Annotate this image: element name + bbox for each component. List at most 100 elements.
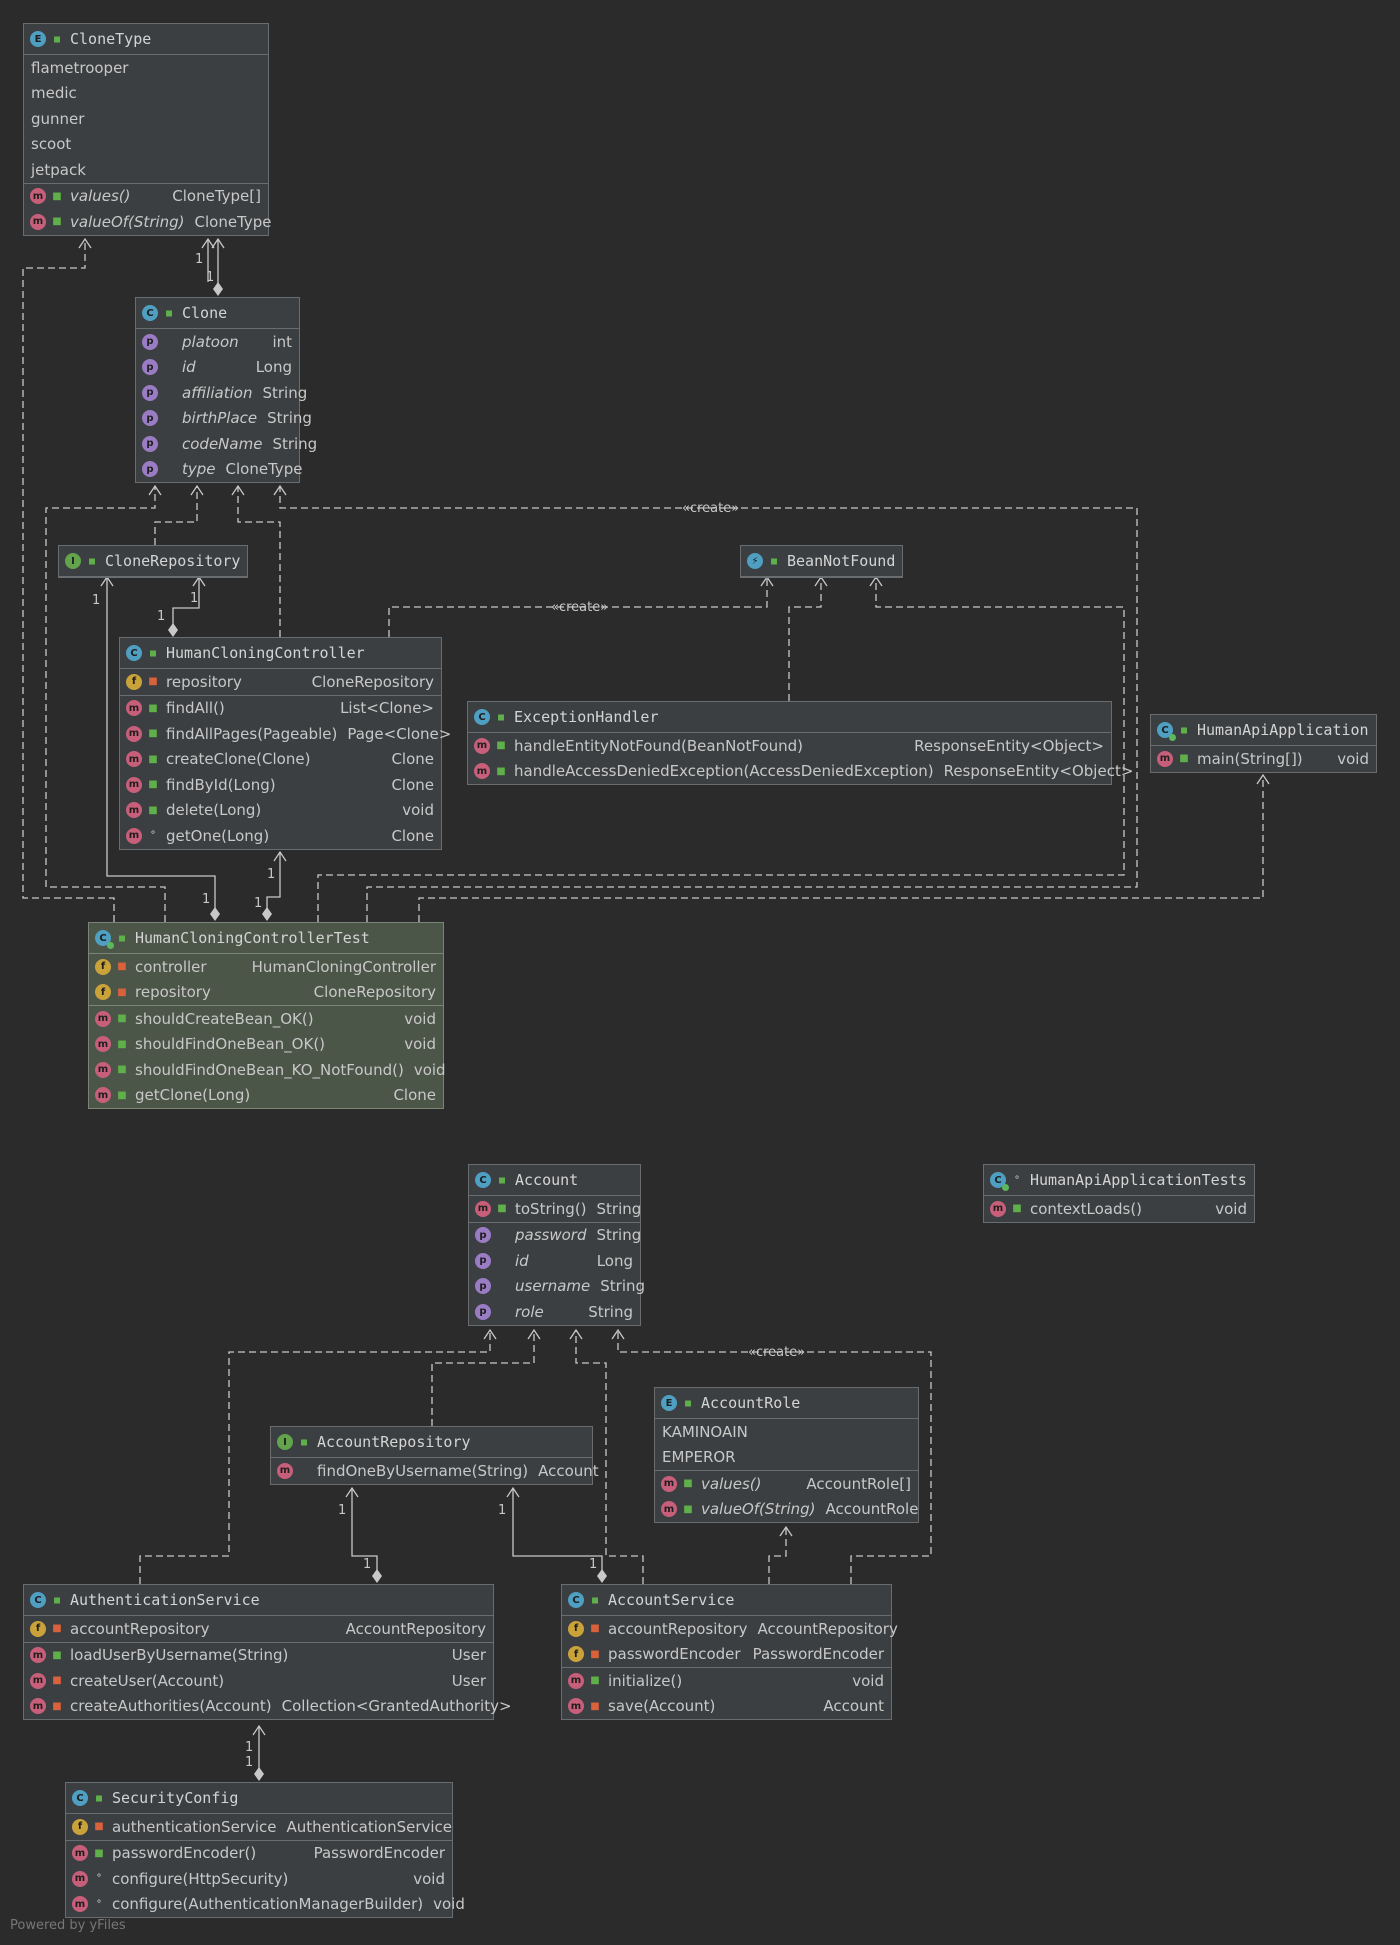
member-row[interactable]: m ■ valueOf(String) CloneType (24, 209, 272, 235)
member-row[interactable]: m ° configure(HttpSecurity) void (66, 1866, 452, 1892)
public-visibility-icon: ■ (117, 1038, 127, 1050)
member-row[interactable]: f ■ accountRepository AccountRepository (562, 1616, 898, 1642)
member-row[interactable]: p platoon int (136, 329, 299, 355)
package-visibility-icon: ° (1013, 1174, 1021, 1186)
class-node-humanapiapplicationtests[interactable]: C ° HumanApiApplicationTests m ■ contextLoads… (983, 1164, 1255, 1223)
enum-constant[interactable]: EMPEROR (655, 1445, 918, 1471)
package-visibility-icon: ° (96, 1873, 102, 1885)
member-name: loadUserByUsername(String) (70, 1646, 289, 1665)
member-type: AccountRepository (757, 1619, 898, 1638)
member-row[interactable]: m ■ getClone(Long) Clone (89, 1083, 443, 1109)
member-row[interactable]: m ■ values() AccountRole[] (655, 1471, 918, 1497)
member-row[interactable]: m ° getOne(Long) Clone (120, 823, 441, 849)
member-row[interactable]: p id Long (136, 355, 299, 381)
member-row[interactable]: m ■ handleAccessDeniedException(AccessDeni… (468, 759, 1133, 785)
member-row[interactable]: m ■ toString() String (469, 1196, 642, 1222)
member-row[interactable]: f ■ passwordEncoder PasswordEncoder (562, 1642, 891, 1668)
member-type: void (852, 1671, 884, 1690)
member-row[interactable]: m findOneByUsername(String) Account (271, 1458, 599, 1484)
enum-constant[interactable]: jetpack (24, 157, 268, 183)
public-visibility-icon: ■ (496, 740, 506, 752)
member-name: birthPlace (182, 409, 258, 428)
class-node-humancloningcontrollertest[interactable]: C ■ HumanCloningControllerTest f ■ controller… (88, 922, 446, 1109)
enum-constant[interactable]: KAMINOAIN (655, 1419, 918, 1445)
method-icon: m (1157, 750, 1173, 767)
class-node-beannotfound[interactable]: ⚡ ■ BeanNotFound (740, 545, 903, 578)
member-row[interactable]: p type CloneType (136, 457, 303, 483)
member-row[interactable]: p birthPlace String (136, 406, 312, 432)
field-section: f ■ accountRepository AccountRepository (24, 1616, 493, 1643)
enum-constant[interactable]: medic (24, 81, 268, 107)
public-visibility-icon: ■ (118, 932, 126, 944)
member-row[interactable]: m ■ createAuthorities(Account) Collection<G… (24, 1694, 512, 1720)
member-type: void (413, 1060, 446, 1079)
class-node-securityconfig[interactable]: C ■ SecurityConfig f ■ authenticationService A… (65, 1782, 465, 1918)
class-node-authenticationservice[interactable]: C ■ AuthenticationService f ■ accountReposito… (23, 1584, 512, 1720)
member-row[interactable]: p username String (469, 1274, 645, 1300)
class-name: CloneType (70, 30, 152, 48)
member-name: findOneByUsername(String) (317, 1461, 529, 1480)
member-section: m ■ findAll() List<Clone> m ■ findAllPages(Pag… (120, 696, 451, 849)
private-visibility-icon: ■ (52, 1700, 62, 1712)
member-name: findAllPages(Pageable) (166, 724, 338, 743)
member-row[interactable]: f ■ controller HumanCloningController (89, 954, 443, 980)
member-row[interactable]: f ■ repository CloneRepository (89, 980, 443, 1006)
member-row[interactable]: m ■ contextLoads() void (984, 1196, 1254, 1222)
member-row[interactable]: m ■ delete(Long) void (120, 798, 441, 824)
member-row[interactable]: m ■ main(String[]) void (1151, 746, 1376, 772)
enum-constant[interactable]: flametrooper (24, 55, 268, 81)
member-row[interactable]: m ■ values() CloneType[] (24, 184, 268, 210)
public-visibility-icon: ■ (88, 555, 96, 567)
public-visibility-icon: ■ (590, 1675, 600, 1687)
class-node-accountrole[interactable]: E ■ AccountRole KAMINOAIN EMPEROR m ■ values() A… (654, 1387, 919, 1523)
member-row[interactable]: m ■ findAllPages(Pageable) Page<Clone> (120, 721, 451, 747)
member-row[interactable]: m ■ findById(Long) Clone (120, 772, 441, 798)
member-row[interactable]: p role String (469, 1299, 640, 1325)
class-node-accountservice[interactable]: C ■ AccountService f ■ accountRepository Accou… (561, 1584, 898, 1720)
member-row[interactable]: m ■ createUser(Account) User (24, 1668, 493, 1694)
class-node-clonetype[interactable]: E ■ CloneType flametrooper medic gunner scoot j… (23, 23, 272, 236)
method-icon: m (30, 188, 46, 205)
private-visibility-icon: ■ (52, 1623, 62, 1635)
member-row[interactable]: m ■ loadUserByUsername(String) User (24, 1643, 493, 1669)
class-node-accountrepository[interactable]: I ■ AccountRepository m findOneByUsername(St… (270, 1426, 599, 1485)
property-icon: p (142, 461, 158, 478)
class-node-humancloningcontroller[interactable]: C ■ HumanCloningController f ■ repository Clon… (119, 637, 451, 850)
member-type: String (596, 1199, 642, 1218)
member-row[interactable]: m ■ handleEntityNotFound(BeanNotFound) Resp… (468, 733, 1111, 759)
member-row[interactable]: f ■ accountRepository AccountRepository (24, 1616, 493, 1642)
class-node-exceptionhandler[interactable]: C ■ ExceptionHandler m ■ handleEntityNotFound… (467, 701, 1133, 785)
member-row[interactable]: m ° configure(AuthenticationManagerBuilder… (66, 1892, 465, 1918)
member-row[interactable]: p affiliation String (136, 380, 307, 406)
member-row[interactable]: m ■ shouldFindOneBean_OK() void (89, 1032, 443, 1058)
class-node-clonerepository[interactable]: I ■ CloneRepository (58, 545, 248, 578)
enum-constant[interactable]: gunner (24, 106, 268, 132)
member-row[interactable]: p codeName String (136, 431, 317, 457)
member-section: m ■ passwordEncoder() PasswordEncoder m ° conf… (66, 1841, 465, 1918)
class-node-clone[interactable]: C ■ Clone p platoon int p id Long p affiliation Str… (135, 297, 317, 483)
member-row[interactable]: m ■ valueOf(String) AccountRole (655, 1497, 918, 1523)
class-node-humanapiapplication[interactable]: C ■ HumanApiApplication m ■ main(String[]) voi… (1150, 714, 1377, 773)
member-row[interactable]: p id Long (469, 1248, 640, 1274)
member-row[interactable]: m ■ createClone(Clone) Clone (120, 747, 441, 773)
member-name: save(Account) (608, 1697, 716, 1716)
member-type: ResponseEntity<Object> (943, 762, 1134, 781)
member-row[interactable]: m ■ save(Account) Account (562, 1694, 891, 1720)
member-row[interactable]: f ■ repository CloneRepository (120, 669, 441, 695)
method-icon: m (474, 737, 490, 754)
exception-class-icon: ⚡ (747, 553, 763, 569)
member-row[interactable]: m ■ initialize() void (562, 1668, 891, 1694)
member-row[interactable]: m ■ shouldFindOneBean_KO_NotFound() void (89, 1057, 446, 1083)
method-icon: m (30, 213, 46, 230)
member-name: id (515, 1251, 529, 1270)
multiplicity-label: 1 (245, 1740, 254, 1755)
member-row[interactable]: m ■ shouldCreateBean_OK() void (89, 1006, 443, 1032)
member-row[interactable]: p password String (469, 1223, 641, 1249)
class-node-account[interactable]: C ■ Account m ■ toString() String p password Stri… (468, 1164, 645, 1326)
member-row[interactable]: m ■ passwordEncoder() PasswordEncoder (66, 1841, 452, 1867)
member-row[interactable]: f ■ authenticationService AuthenticationSer… (66, 1814, 452, 1840)
member-type: String (267, 409, 312, 428)
enum-constant[interactable]: scoot (24, 132, 268, 158)
member-name: password (515, 1226, 587, 1245)
member-row[interactable]: m ■ findAll() List<Clone> (120, 696, 441, 722)
